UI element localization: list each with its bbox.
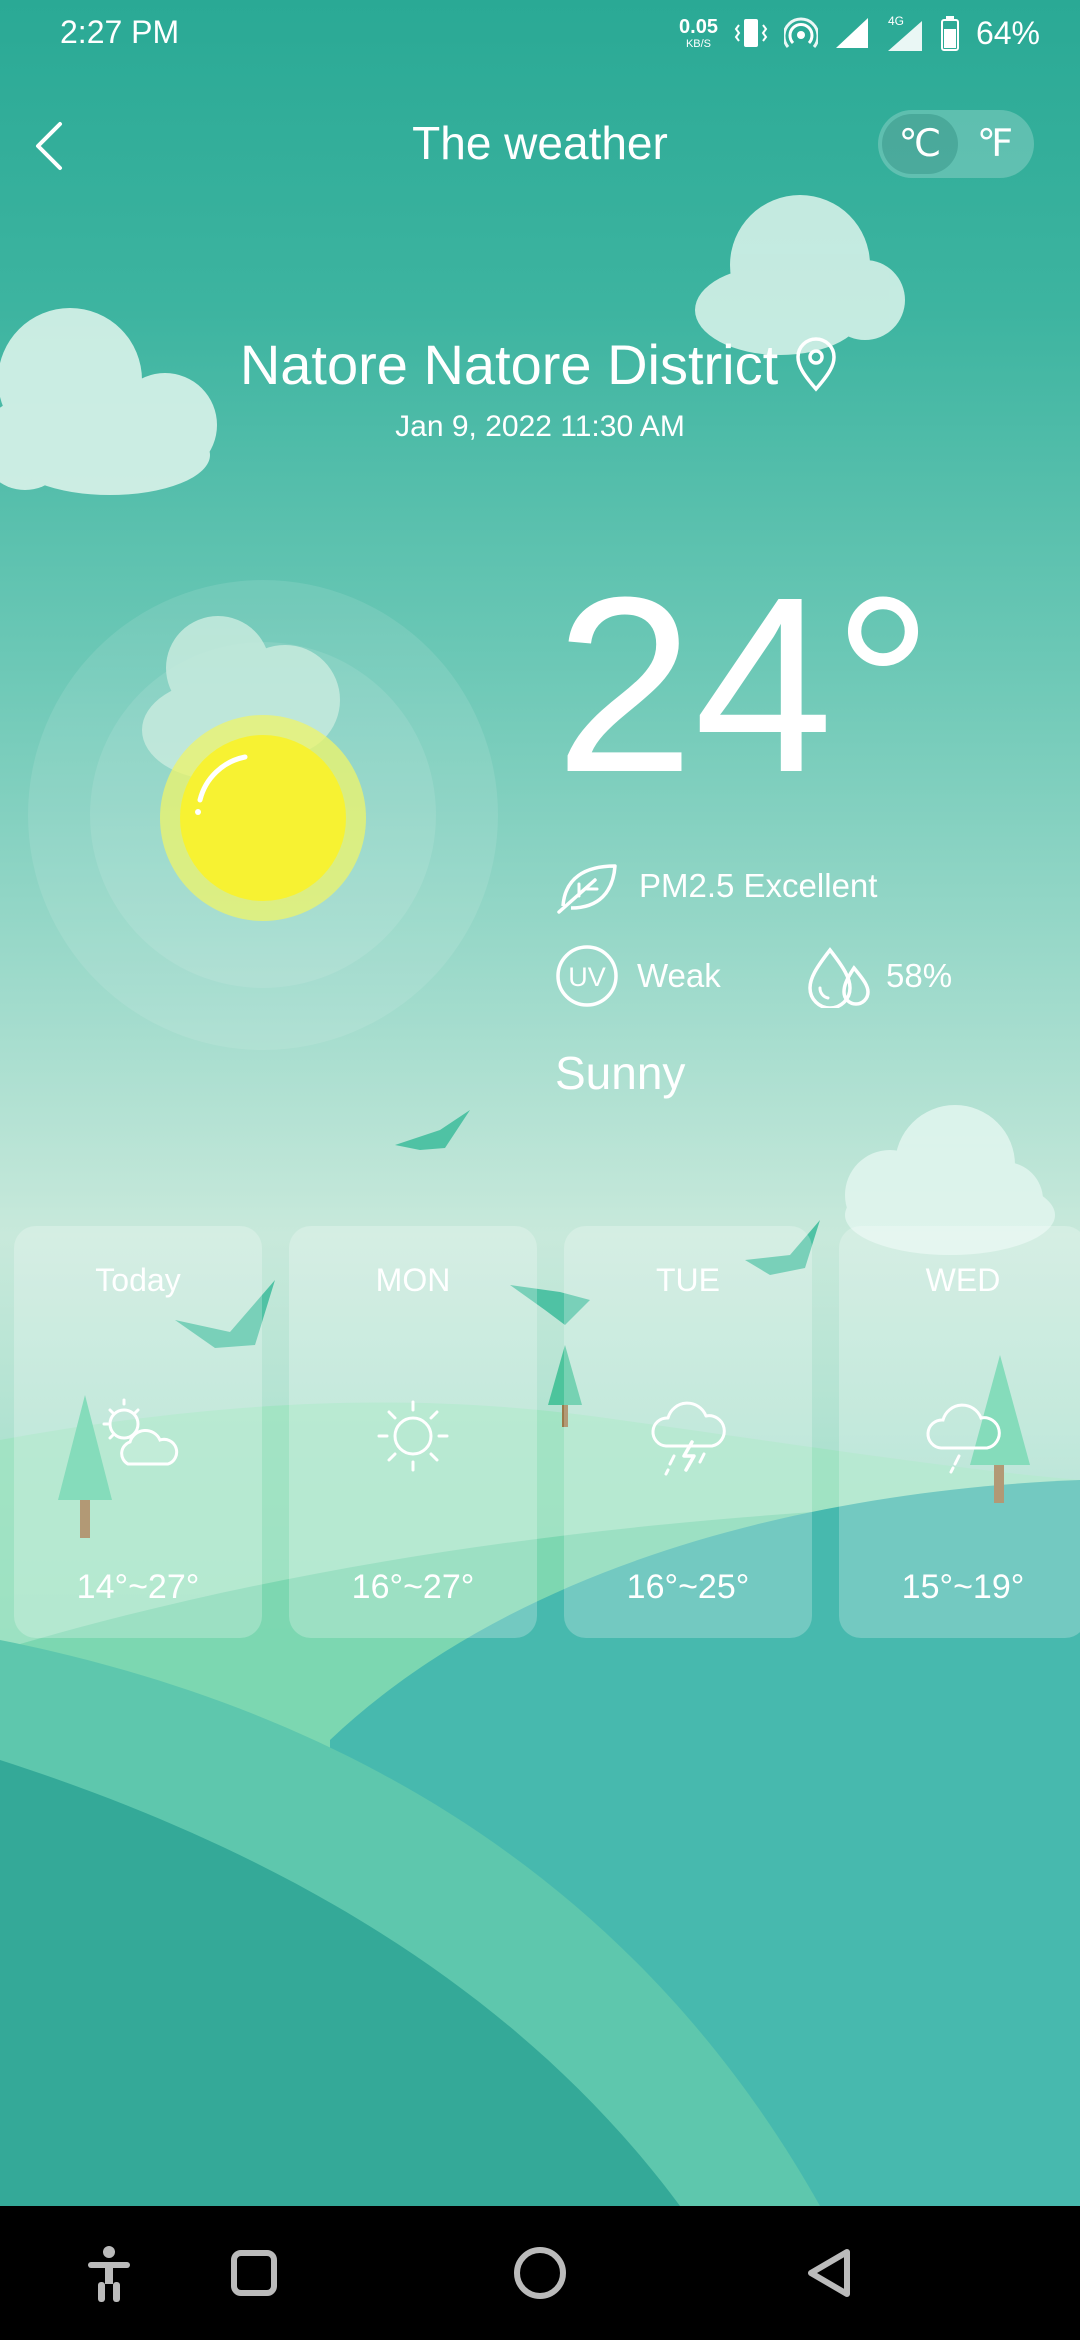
uv-row: UV Weak — [555, 944, 721, 1008]
forecast-card-today[interactable]: Today 14°~27° — [14, 1226, 262, 1638]
network-speed-unit: KB/S — [685, 37, 712, 50]
update-datetime: Jan 9, 2022 11:30 AM — [395, 410, 685, 443]
network-speed: 0.05 KB/S — [679, 17, 718, 50]
pm25-row: PM2.5 Excellent — [555, 858, 877, 914]
accessibility-icon[interactable] — [74, 2238, 144, 2308]
forecast-range: 15°~19° — [901, 1568, 1025, 1606]
pm25-label: PM2.5 Excellent — [639, 867, 878, 904]
network-type: 4G — [888, 14, 904, 28]
location-name[interactable]: Natore Natore District — [240, 332, 778, 397]
vibrate-icon — [734, 19, 768, 47]
current-temperature: 24° — [555, 545, 934, 824]
leaf-icon — [557, 864, 617, 914]
back-icon[interactable] — [795, 2238, 865, 2308]
forecast-range: 14°~27° — [76, 1568, 200, 1606]
forecast-day: WED — [925, 1262, 1001, 1298]
unit-celsius-option[interactable]: ℃ — [882, 114, 958, 174]
forecast-range: 16°~25° — [626, 1568, 750, 1606]
unit-fahrenheit-option[interactable]: ℉ — [960, 114, 1030, 174]
forecast-card-tue[interactable]: TUE 16°~25° — [564, 1226, 812, 1638]
recents-icon[interactable] — [219, 2238, 289, 2308]
forecast-card-mon[interactable]: MON 16°~27° — [289, 1226, 537, 1638]
uv-label: Weak — [637, 957, 721, 994]
signal-icon — [835, 18, 868, 48]
location-row[interactable]: Natore Natore District — [0, 332, 1080, 397]
hotspot-icon — [783, 17, 818, 48]
forecast-range: 16°~27° — [351, 1568, 475, 1606]
battery-icon — [940, 16, 959, 51]
humidity-icon — [808, 947, 870, 1008]
forecast-day: TUE — [656, 1262, 720, 1298]
sun-icon — [160, 715, 366, 921]
unit-toggle[interactable]: ℃ ℉ — [878, 110, 1034, 178]
forecast-day: MON — [375, 1262, 451, 1298]
status-time: 2:27 PM — [60, 14, 180, 50]
partly-cloudy-icon — [102, 1398, 179, 1466]
forecast-day: Today — [95, 1262, 181, 1298]
signal-4g-icon: 4G — [887, 14, 922, 51]
humidity-value: 58% — [886, 957, 953, 994]
network-speed-value: 0.05 — [679, 15, 718, 38]
location-pin-icon[interactable] — [792, 336, 840, 393]
background-scenery — [0, 195, 1080, 2206]
forecast-card-wed[interactable]: WED 15°~19° — [839, 1226, 1080, 1638]
cloud-top-right — [695, 195, 905, 355]
weather-condition: Sunny — [555, 1047, 686, 1099]
home-icon[interactable] — [505, 2238, 575, 2308]
status-icons: 0.05 KB/S 4G 64% — [679, 10, 1040, 56]
uv-badge-text: UV — [568, 962, 606, 992]
light-rain-icon — [926, 1403, 1001, 1474]
navigation-bar — [0, 2206, 1080, 2340]
weather-screen: 2:27 PM 0.05 KB/S 4G 64% The weather ℃ ℉… — [0, 0, 1080, 2206]
humidity-row: 58% — [806, 944, 952, 1008]
sun-icon — [377, 1400, 449, 1472]
thunderstorm-icon — [651, 1401, 726, 1476]
battery-percent: 64% — [975, 14, 1040, 51]
uv-icon: UV — [556, 945, 618, 1007]
status-bar: 2:27 PM 0.05 KB/S 4G 64% — [0, 0, 1080, 66]
